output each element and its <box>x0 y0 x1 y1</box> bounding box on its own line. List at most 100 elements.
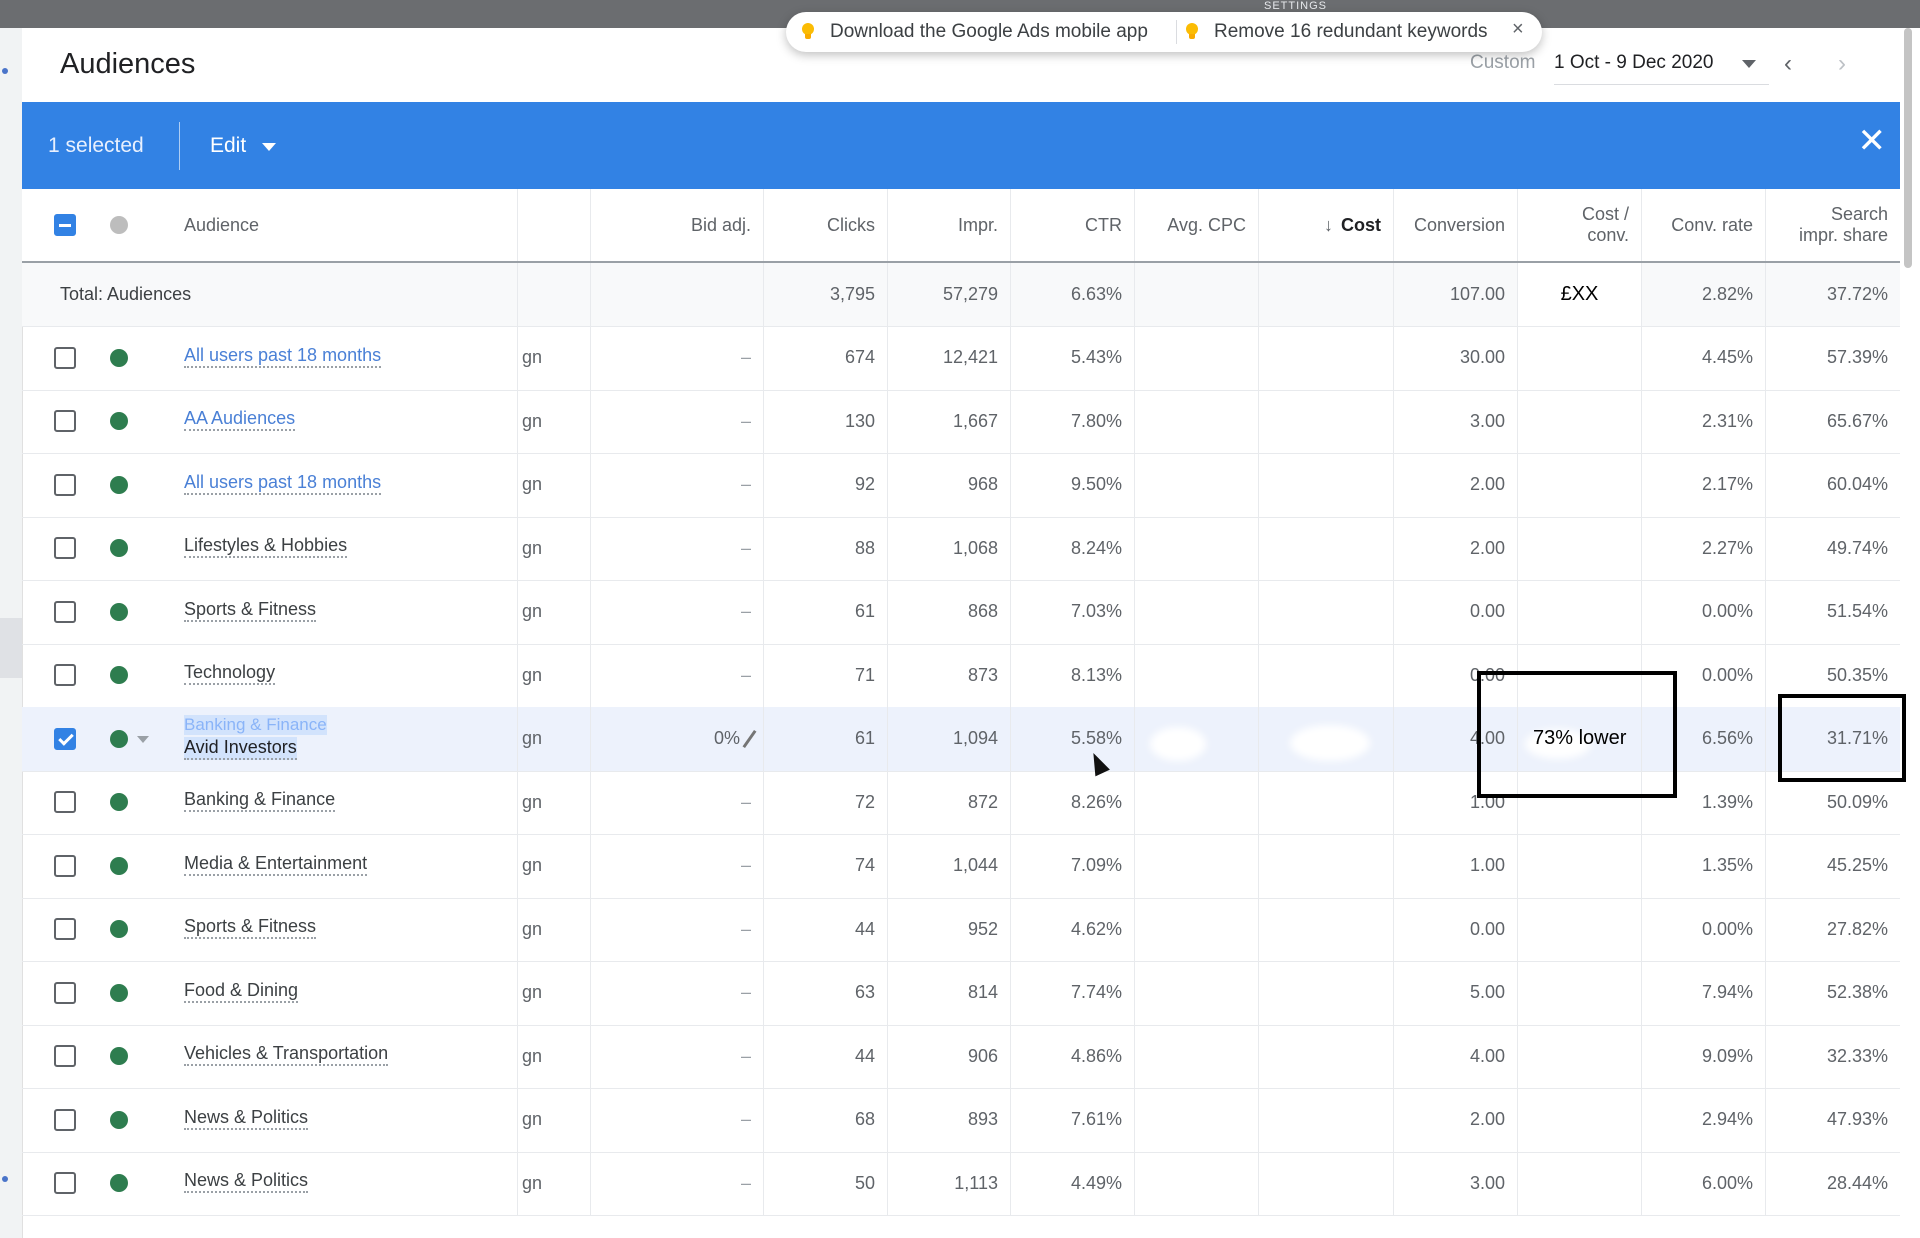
table-row[interactable]: Sports & Fitness gn –61 868 7.03% 0.00 0.00% 51… <box>22 580 1900 645</box>
audience-name[interactable]: All users past 18 months <box>184 472 382 495</box>
table-row[interactable]: Lifestyles & Hobbies gn –88 1,068 8.24% 2.00 2… <box>22 516 1900 581</box>
select-all-checkbox[interactable] <box>54 214 76 236</box>
table-row[interactable]: Sports & Fitness gn –44 952 4.62% 0.00 0.00% 27… <box>22 897 1900 962</box>
table-row[interactable]: News & Politics gn –50 1,113 4.49% 3.00 6.00% 2… <box>22 1151 1900 1216</box>
row-checkbox[interactable] <box>54 664 76 687</box>
column-header-conversions[interactable]: Conversion <box>1393 189 1517 261</box>
column-header-clicks[interactable]: Clicks <box>763 189 887 261</box>
row-checkbox[interactable] <box>54 1045 76 1068</box>
row-checkbox[interactable] <box>54 791 76 814</box>
close-selection-icon[interactable]: ✕ <box>1858 124 1887 158</box>
row-checkbox[interactable] <box>54 346 76 369</box>
column-header-conv-rate[interactable]: Conv. rate <box>1641 189 1765 261</box>
status-dropdown-icon[interactable] <box>137 735 149 743</box>
status-enabled-icon[interactable] <box>110 983 128 1002</box>
column-header-impr[interactable]: Impr. <box>887 189 1010 261</box>
column-header-cost-per-conv[interactable]: Cost / conv. <box>1517 189 1641 261</box>
column-header-ctr[interactable]: CTR <box>1010 189 1134 261</box>
audience-name[interactable]: News & Politics <box>184 1107 309 1130</box>
cell-search-share: 65.67% <box>1765 389 1900 453</box>
table-row[interactable]: AA Audiences gn –130 1,667 7.80% 3.00 2.31% 65.… <box>22 389 1900 454</box>
status-enabled-icon[interactable] <box>110 856 128 875</box>
audience-name[interactable]: Vehicles & Transportation <box>184 1043 389 1067</box>
status-enabled-icon[interactable] <box>110 666 128 685</box>
audience-name[interactable]: Food & Dining <box>184 980 299 1003</box>
status-header-icon[interactable] <box>110 216 128 234</box>
column-header-audience[interactable]: Audience <box>184 215 259 236</box>
status-enabled-icon[interactable] <box>110 348 128 367</box>
cell-campaign: gn <box>517 516 590 580</box>
audience-name[interactable]: Sports & Fitness <box>184 916 317 940</box>
cell-avg-cpc <box>1134 643 1258 707</box>
row-checkbox[interactable] <box>54 1108 76 1131</box>
status-enabled-icon[interactable] <box>110 920 128 939</box>
status-enabled-icon[interactable] <box>110 412 128 431</box>
status-enabled-icon[interactable] <box>110 1047 128 1066</box>
row-checkbox[interactable] <box>54 537 76 560</box>
cell-bid-adj[interactable]: 0% <box>590 707 763 771</box>
column-header-bid-adj[interactable]: Bid adj. <box>590 189 763 261</box>
audience-name[interactable]: News & Politics <box>184 1170 309 1194</box>
date-range-picker[interactable]: Custom 1 Oct - 9 Dec 2020 ‹ › <box>1470 50 1900 90</box>
edit-pencil-icon[interactable] <box>742 729 757 748</box>
notification-mobile-app[interactable]: Download the Google Ads mobile app <box>830 21 1148 43</box>
cell-search-share: 45.25% <box>1765 834 1900 898</box>
table-row[interactable]: Food & Dining gn –63 814 7.74% 5.00 7.94% 52.38… <box>22 961 1900 1026</box>
row-checkbox[interactable] <box>54 981 76 1004</box>
row-checkbox[interactable] <box>54 473 76 496</box>
edit-menu-button[interactable]: Edit <box>210 134 246 158</box>
status-enabled-icon[interactable] <box>110 602 128 621</box>
table-row[interactable]: All users past 18 months gn –674 12,421 5.43… <box>22 326 1900 391</box>
column-header-search-impr-share[interactable]: Search impr. share <box>1765 189 1900 261</box>
vertical-scrollbar[interactable] <box>1900 28 1920 1238</box>
cell-ctr: 5.58% <box>1010 707 1134 771</box>
cell-avg-cpc <box>1134 1088 1258 1152</box>
cell-avg-cpc <box>1134 453 1258 517</box>
close-icon[interactable]: × <box>1512 18 1524 41</box>
cell-avg-cpc <box>1134 516 1258 580</box>
status-enabled-icon[interactable] <box>110 1174 128 1193</box>
column-header-campaign[interactable] <box>517 189 590 261</box>
audience-name[interactable]: Lifestyles & Hobbies <box>184 535 348 559</box>
audience-name[interactable]: Banking & Finance <box>184 789 336 813</box>
row-checkbox[interactable] <box>54 1172 76 1195</box>
audience-name[interactable]: Avid Investors <box>184 736 297 760</box>
cell-conversions: 4.00 <box>1393 1024 1517 1088</box>
status-enabled-icon[interactable] <box>110 475 128 494</box>
row-checkbox[interactable] <box>54 854 76 877</box>
notification-redundant-keywords[interactable]: Remove 16 redundant keywords <box>1214 21 1488 43</box>
audience-name[interactable]: Media & Entertainment <box>184 853 368 876</box>
audience-name[interactable]: Technology <box>184 662 276 686</box>
row-checkbox[interactable] <box>54 410 76 433</box>
cell-conv-rate: 2.31% <box>1641 389 1765 453</box>
cell-bid-adj: – <box>590 389 763 453</box>
audience-name[interactable]: AA Audiences <box>184 408 296 432</box>
table-row[interactable]: Media & Entertainment gn –74 1,044 7.09% 1.00… <box>22 834 1900 899</box>
row-checkbox[interactable] <box>54 600 76 623</box>
cell-cost <box>1258 389 1393 453</box>
nav-settings-label[interactable]: SETTINGS <box>1264 0 1327 12</box>
column-header-avg-cpc[interactable]: Avg. CPC <box>1134 189 1258 261</box>
table-row[interactable]: Vehicles & Transportation gn –44 906 4.86% 4.… <box>22 1024 1900 1089</box>
audience-name[interactable]: Sports & Fitness <box>184 599 317 622</box>
audience-name[interactable]: All users past 18 months <box>184 345 382 368</box>
cell-conversions: 0.00 <box>1393 580 1517 644</box>
column-header-cost[interactable]: ↓ Cost <box>1258 189 1393 261</box>
sidebar-selected-item[interactable] <box>0 618 22 678</box>
row-checkbox[interactable] <box>54 918 76 941</box>
status-enabled-icon[interactable] <box>110 729 128 748</box>
row-checkbox[interactable] <box>54 727 76 750</box>
table-row[interactable]: All users past 18 months gn –92 968 9.50% 2.0… <box>22 453 1900 518</box>
scrollbar-thumb[interactable] <box>1904 28 1912 268</box>
chevron-left-icon[interactable]: ‹ <box>1784 50 1792 78</box>
cell-conversions: 30.00 <box>1393 326 1517 390</box>
chevron-right-icon[interactable]: › <box>1838 50 1846 78</box>
lightbulb-icon <box>1186 23 1198 39</box>
status-enabled-icon[interactable] <box>110 539 128 558</box>
caret-down-icon[interactable] <box>262 143 276 151</box>
table-row[interactable]: News & Politics gn –68 893 7.61% 2.00 2.94% 47.… <box>22 1088 1900 1153</box>
status-enabled-icon[interactable] <box>110 1110 128 1129</box>
chevron-down-icon[interactable] <box>1742 60 1756 68</box>
date-range-value[interactable]: 1 Oct - 9 Dec 2020 <box>1554 52 1769 85</box>
status-enabled-icon[interactable] <box>110 793 128 812</box>
